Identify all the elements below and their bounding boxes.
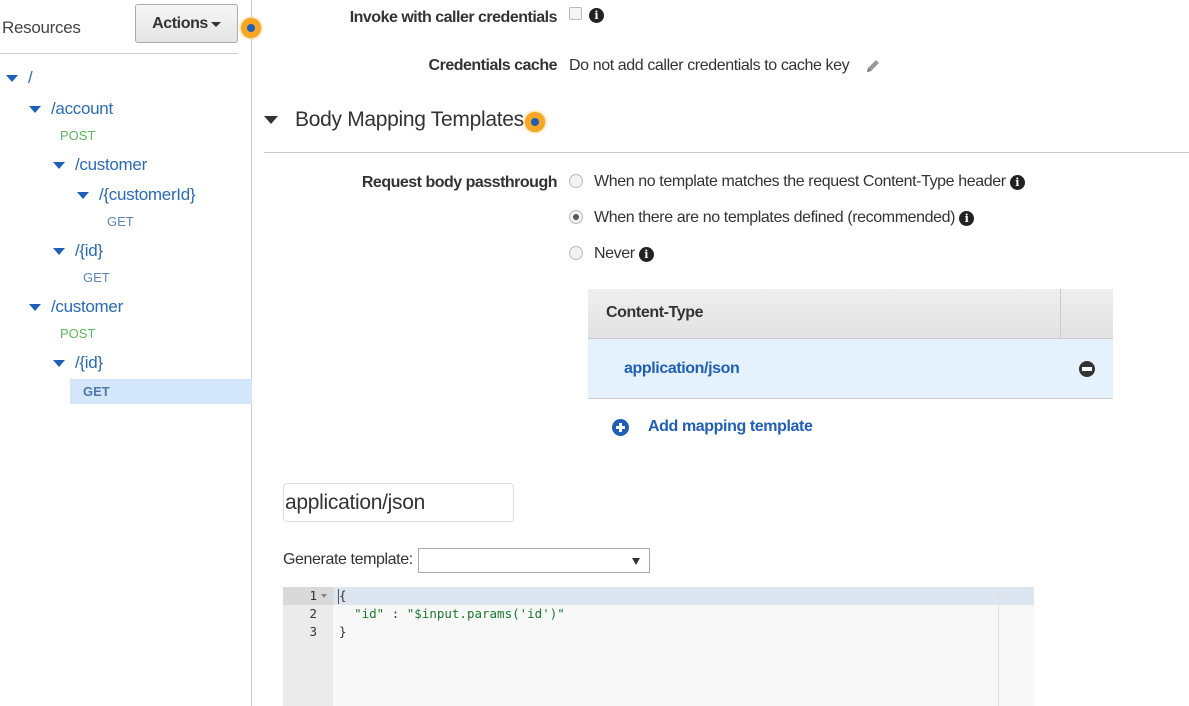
tree-resource-account[interactable]: /account [29, 99, 113, 119]
plus-circle-icon [612, 418, 629, 436]
dropdown-arrow-icon [632, 558, 640, 565]
code-line: { [339, 588, 347, 603]
method-post-account[interactable]: POST [60, 128, 95, 143]
expand-triangle-icon[interactable] [53, 359, 65, 367]
table-header: Content-Type [588, 289, 1113, 339]
method-get-customer-id-selected[interactable]: GET [70, 379, 252, 404]
line-number: 3 [309, 624, 317, 639]
resource-path: /{id} [75, 241, 103, 260]
actions-label: Actions [152, 14, 208, 32]
expand-triangle-icon[interactable] [6, 74, 18, 82]
resource-path: /customer [51, 297, 123, 316]
info-icon[interactable]: i [638, 246, 654, 262]
resources-sidebar: Resources Actions / /account POST /custo… [0, 0, 252, 706]
code-separator: : [384, 606, 407, 621]
actions-column-header [1061, 289, 1113, 338]
print-margin [998, 587, 999, 706]
content-type-table: Content-Type application/json [588, 289, 1113, 399]
hint-beacon-icon[interactable] [241, 18, 261, 38]
passthrough-radio-never[interactable] [569, 246, 583, 260]
pencil-edit-icon[interactable] [865, 58, 881, 74]
remove-circle-icon[interactable] [1079, 360, 1095, 377]
template-code-editor[interactable]: 1 2 3 { "id" : "$input.params('id')" } [283, 587, 1034, 706]
expand-triangle-icon[interactable] [77, 191, 89, 199]
code-value: "$input.params('id')" [406, 606, 565, 621]
resource-path: / [28, 68, 33, 87]
line-number: 2 [309, 606, 317, 621]
passthrough-radio-when-no-match[interactable] [569, 174, 583, 188]
add-mapping-template-label: Add mapping template [648, 418, 813, 435]
credentials-cache-value: Do not add caller credentials to cache k… [569, 57, 850, 74]
divider [0, 53, 238, 54]
content-type-column-header: Content-Type [588, 289, 1061, 338]
tree-resource-customer[interactable]: /customer [29, 297, 123, 317]
expand-triangle-icon[interactable] [29, 303, 41, 311]
content-type-value[interactable]: application/json [624, 360, 740, 378]
info-icon[interactable]: i [589, 8, 604, 23]
content-type-input[interactable] [283, 483, 514, 522]
table-row[interactable]: application/json [588, 339, 1113, 399]
passthrough-option-when-no-match[interactable]: When no template matches the request Con… [594, 173, 1025, 191]
tree-resource-account-id[interactable]: /{id} [53, 241, 103, 261]
add-mapping-template-link[interactable]: Add mapping template [612, 418, 813, 436]
credentials-cache-label: Credentials cache [428, 57, 558, 74]
fold-arrow-icon[interactable] [321, 594, 327, 598]
expand-triangle-icon[interactable] [53, 247, 65, 255]
resource-path: /customer [75, 155, 147, 174]
expand-triangle-icon[interactable] [29, 105, 41, 113]
resource-path: /{id} [75, 353, 103, 372]
code-line: "id" : "$input.params('id')" [339, 605, 565, 623]
info-icon[interactable]: i [959, 210, 975, 226]
method-get-customerid[interactable]: GET [107, 214, 134, 229]
radio-label-text: Never [594, 245, 635, 262]
body-mapping-templates-header[interactable]: Body Mapping Templates [264, 108, 524, 132]
passthrough-radio-when-no-templates[interactable] [569, 210, 583, 224]
code-key: "id" [354, 606, 385, 621]
caret-down-icon [210, 22, 221, 27]
method-get-account-id[interactable]: GET [83, 270, 110, 285]
section-divider [264, 152, 1189, 153]
radio-label-text: When there are no templates defined (rec… [594, 209, 956, 226]
radio-label-text: When no template matches the request Con… [594, 173, 1006, 190]
tree-resource-account-customer[interactable]: /customer [53, 155, 147, 175]
active-line-highlight [283, 587, 1034, 605]
invoke-caller-credentials-label: Invoke with caller credentials [349, 9, 558, 26]
code-line: } [339, 624, 347, 639]
text-cursor [338, 589, 339, 604]
invoke-caller-credentials-checkbox[interactable] [569, 7, 582, 20]
resource-path: /account [51, 99, 113, 118]
passthrough-option-never[interactable]: Never i [594, 245, 654, 263]
generate-template-select[interactable] [418, 548, 650, 573]
resources-title: Resources [2, 18, 81, 37]
expand-triangle-icon[interactable] [53, 161, 65, 169]
resource-path: /{customerId} [99, 185, 196, 204]
generate-template-label: Generate template: [283, 551, 413, 568]
tree-resource-root[interactable]: / [6, 68, 33, 88]
line-number: 1 [309, 588, 317, 603]
actions-button[interactable]: Actions [135, 4, 238, 43]
hint-beacon-icon[interactable] [525, 112, 545, 132]
method-post-customer[interactable]: POST [60, 326, 95, 341]
section-title: Body Mapping Templates [295, 108, 524, 131]
request-body-passthrough-label: Request body passthrough [361, 174, 558, 191]
tree-resource-customerid[interactable]: /{customerId} [77, 185, 196, 205]
info-icon[interactable]: i [1009, 174, 1025, 190]
collapse-triangle-icon[interactable] [264, 116, 278, 124]
passthrough-option-when-no-templates[interactable]: When there are no templates defined (rec… [594, 209, 975, 227]
tree-resource-customer-id[interactable]: /{id} [53, 353, 103, 373]
